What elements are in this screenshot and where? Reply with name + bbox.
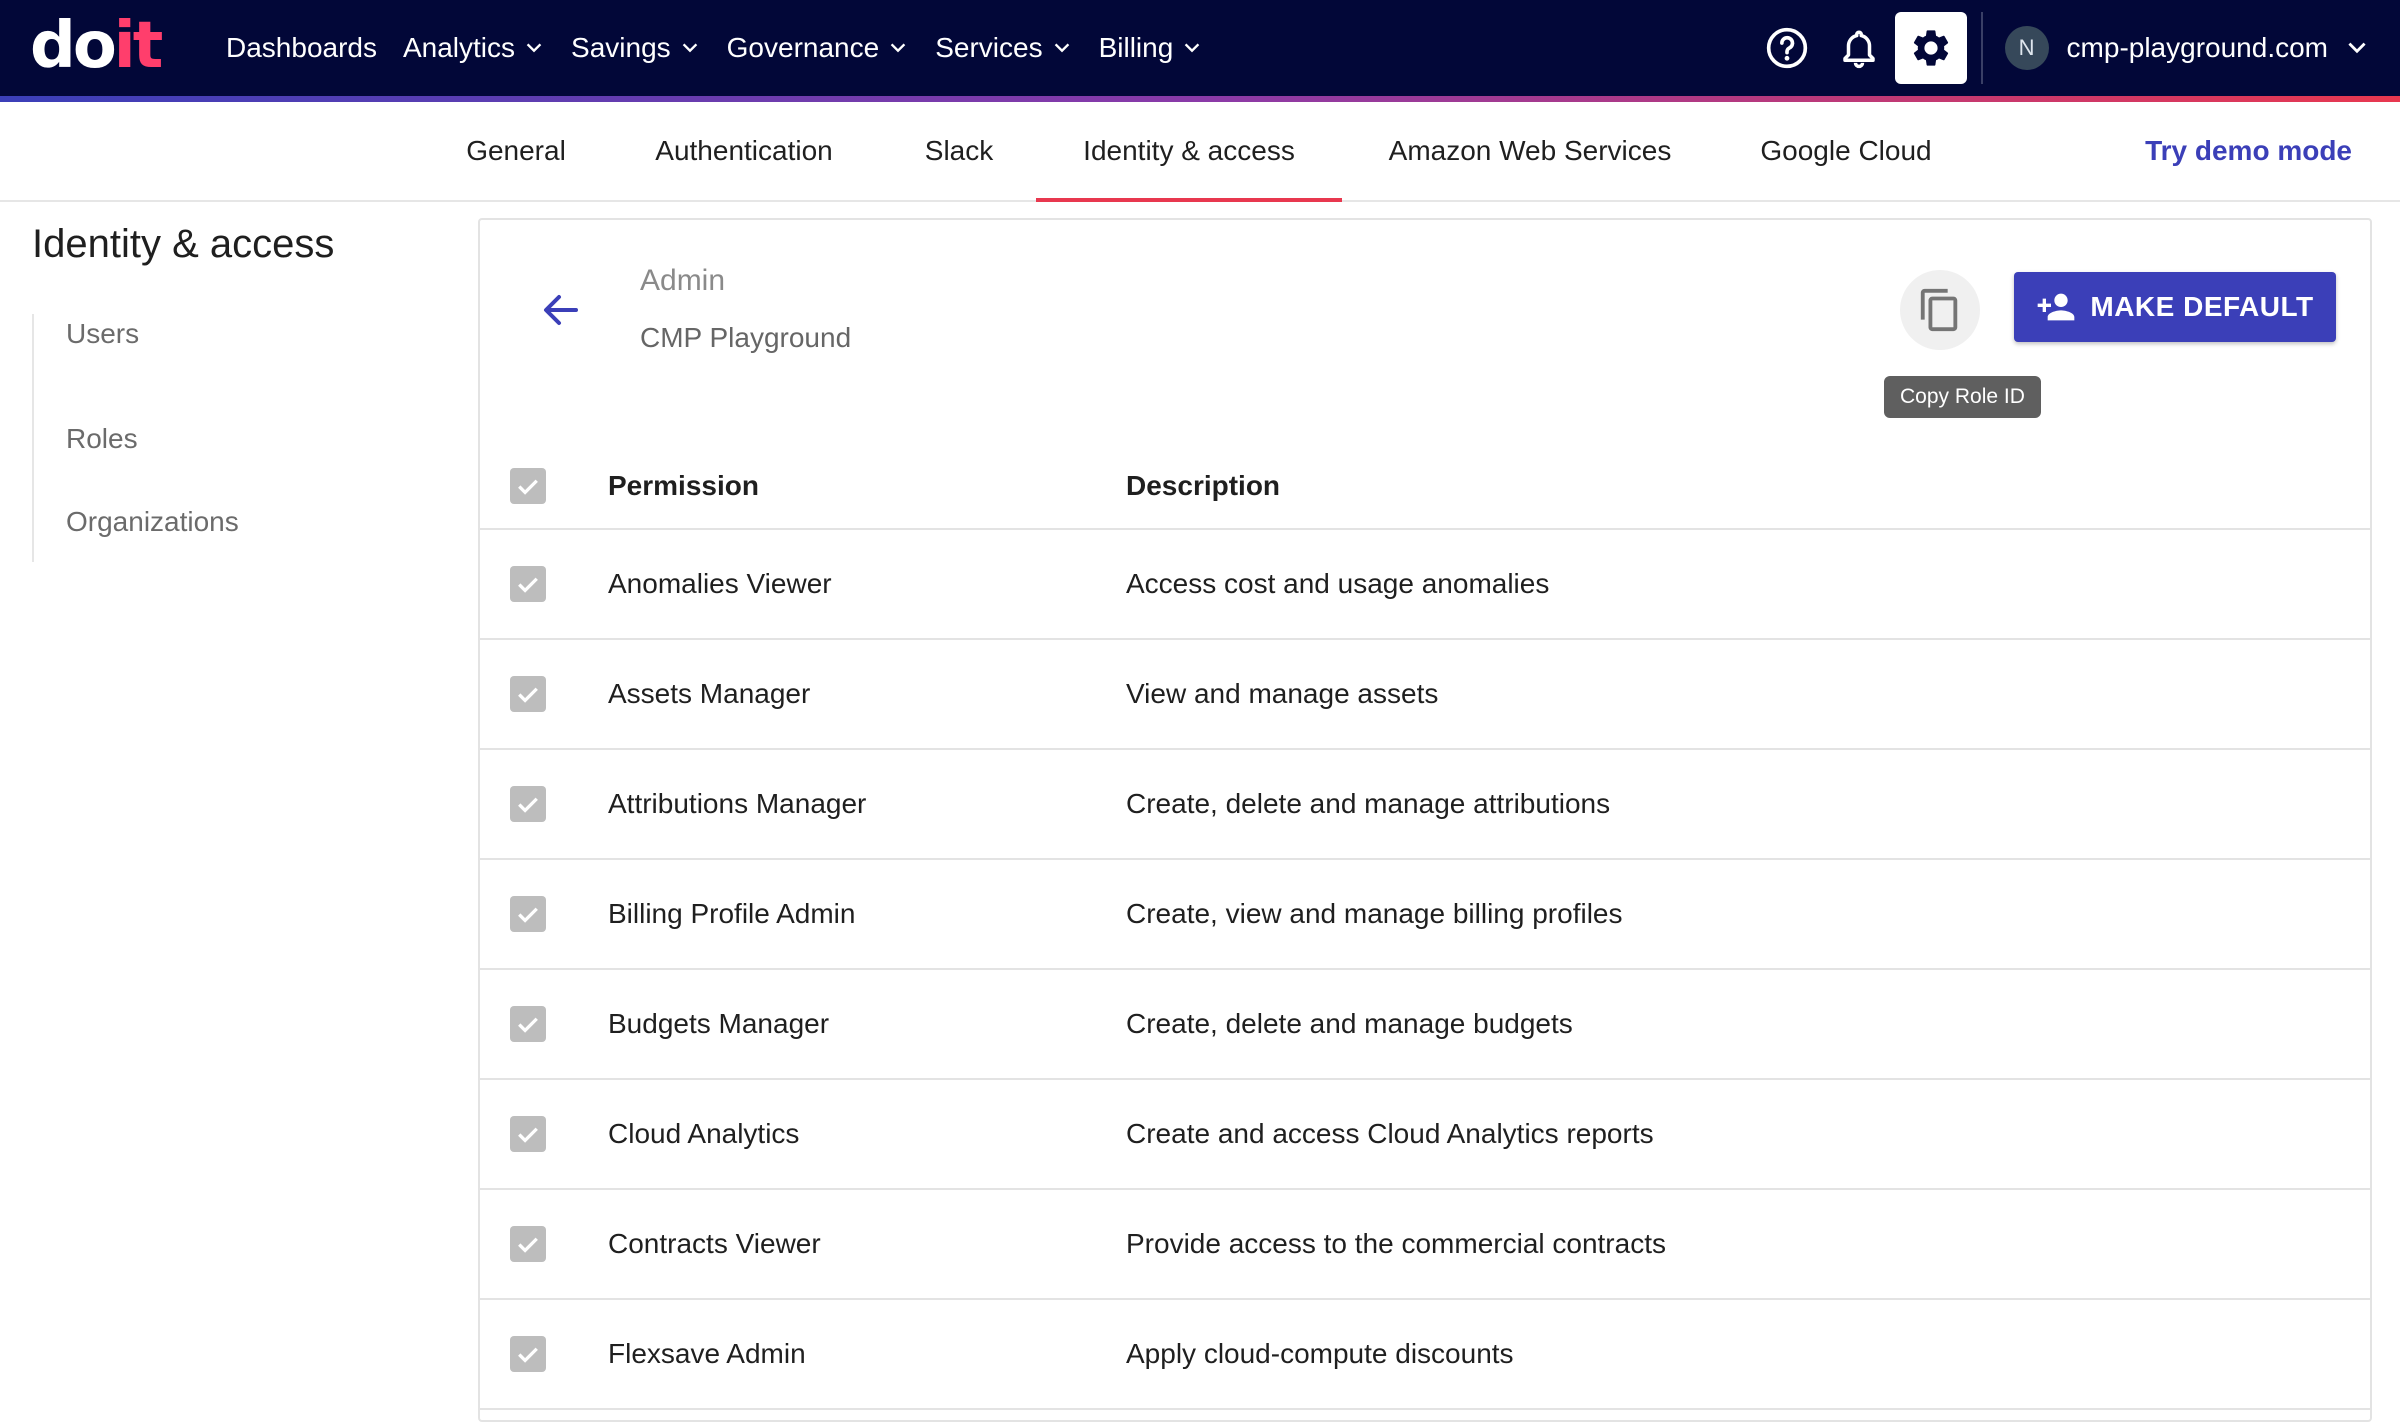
nav-services[interactable]: Services	[935, 18, 1072, 78]
permission-description: Create, delete and manage attributions	[1126, 788, 1611, 819]
copy-role-id-button[interactable]	[1900, 270, 1980, 350]
permission-name: Attributions Manager	[608, 788, 867, 819]
row-checkbox[interactable]	[510, 1336, 546, 1372]
permission-name: Budgets Manager	[608, 1008, 830, 1039]
chevron-down-icon	[1181, 37, 1203, 59]
row-checkbox[interactable]	[510, 566, 546, 602]
tab-amazon-web-services[interactable]: Amazon Web Services	[1370, 102, 1690, 200]
permission-name: Flexsave Admin	[608, 1338, 806, 1369]
permission-description: Create, delete and manage budgets	[1126, 1008, 1573, 1039]
row-checkbox[interactable]	[510, 786, 546, 822]
nav-savings[interactable]: Savings	[571, 18, 701, 78]
table-row[interactable]: Cloud Analytics Create and access Cloud …	[480, 1080, 2370, 1190]
back-button[interactable]	[536, 286, 584, 334]
permission-description: View and manage assets	[1126, 678, 1439, 709]
permission-description: Create and access Cloud Analytics report…	[1126, 1118, 1654, 1149]
copy-icon	[1917, 287, 1963, 333]
account-switcher[interactable]: N cmp-playground.com	[2004, 26, 2370, 70]
permission-description: Provide access to the commercial contrac…	[1126, 1228, 1666, 1259]
make-default-button[interactable]: MAKE DEFAULT	[2014, 272, 2336, 342]
table-row[interactable]: Anomalies Viewer Access cost and usage a…	[480, 530, 2370, 640]
tab-general[interactable]: General	[452, 102, 580, 200]
table-row[interactable]: Billing Profile Admin Create, view and m…	[480, 860, 2370, 970]
permission-description: Access cost and usage anomalies	[1126, 568, 1550, 599]
chevron-down-icon	[679, 37, 701, 59]
tab-slack[interactable]: Slack	[900, 102, 1018, 200]
account-name: cmp-playground.com	[2066, 32, 2328, 63]
toolbar-divider	[1980, 12, 1983, 84]
tab-google-cloud[interactable]: Google Cloud	[1738, 102, 1954, 200]
permission-name: Assets Manager	[608, 678, 811, 709]
sidebar-item-organizations[interactable]: Organizations	[34, 480, 239, 563]
tab-authentication[interactable]: Authentication	[624, 102, 864, 200]
row-checkbox[interactable]	[510, 1116, 546, 1152]
settings-button[interactable]	[1894, 12, 1967, 84]
table-row[interactable]: Attributions Manager Create, delete and …	[480, 750, 2370, 860]
permission-description: Apply cloud-compute discounts	[1126, 1338, 1514, 1369]
notifications-button[interactable]	[1823, 12, 1895, 84]
table-row[interactable]: Flexsave Admin Apply cloud-compute disco…	[480, 1300, 2370, 1410]
table-row[interactable]: Budgets Manager Create, delete and manag…	[480, 970, 2370, 1080]
permission-name: Billing Profile Admin	[608, 898, 856, 929]
permission-name: Cloud Analytics	[608, 1118, 800, 1149]
chevron-down-icon	[887, 37, 909, 59]
settings-tabs: General Authentication Slack Identity & …	[0, 102, 2400, 202]
sidebar-title: Identity & access	[32, 222, 335, 266]
help-icon	[1765, 26, 1809, 70]
chevron-down-icon	[2344, 35, 2370, 61]
table-row[interactable]: Assets Manager View and manage assets	[480, 640, 2370, 750]
doit-logo[interactable]: do it	[30, 14, 163, 78]
person-add-icon	[2036, 287, 2090, 327]
role-organization: CMP Playground	[640, 322, 852, 353]
top-navigation-bar: do it Dashboards Analytics Savings Govern…	[0, 0, 2400, 96]
nav-governance[interactable]: Governance	[727, 18, 910, 78]
main-nav: Dashboards Analytics Savings Governance …	[226, 0, 1229, 96]
table-row[interactable]: Contracts Viewer Provide access to the c…	[480, 1190, 2370, 1300]
gear-icon	[1909, 26, 1953, 70]
copy-role-id-tooltip: Copy Role ID	[1884, 376, 2041, 418]
bell-icon	[1838, 27, 1880, 69]
table-header: Permission Description	[480, 450, 2370, 530]
chevron-down-icon	[1051, 37, 1073, 59]
permission-name: Anomalies Viewer	[608, 568, 832, 599]
avatar: N	[2004, 26, 2049, 70]
column-header-permission[interactable]: Permission	[608, 470, 759, 502]
nav-billing[interactable]: Billing	[1099, 18, 1204, 78]
nav-dashboards[interactable]: Dashboards	[226, 18, 377, 78]
tab-identity-access[interactable]: Identity & access	[1036, 102, 1342, 202]
role-details-card: Admin CMP Playground Copy Role ID MAKE D…	[478, 218, 2372, 1422]
arrow-back-icon	[536, 286, 584, 334]
top-right-actions: N cmp-playground.com	[1751, 0, 2400, 96]
role-name: Admin	[640, 264, 726, 297]
row-checkbox[interactable]	[510, 1226, 546, 1262]
nav-analytics[interactable]: Analytics	[403, 18, 545, 78]
sidebar-nav: Users Roles Organizations	[32, 314, 239, 562]
permissions-table: Permission Description Anomalies Viewer …	[480, 450, 2370, 1410]
try-demo-mode-link[interactable]: Try demo mode	[2145, 102, 2352, 200]
select-all-checkbox[interactable]	[510, 468, 546, 504]
sidebar-item-roles[interactable]: Roles	[34, 397, 239, 480]
sidebar-item-users[interactable]: Users	[34, 314, 239, 397]
column-header-description[interactable]: Description	[1126, 470, 1280, 502]
help-button[interactable]	[1751, 12, 1823, 84]
row-checkbox[interactable]	[510, 896, 546, 932]
chevron-down-icon	[523, 37, 545, 59]
permission-name: Contracts Viewer	[608, 1228, 821, 1259]
row-checkbox[interactable]	[510, 1006, 546, 1042]
row-checkbox[interactable]	[510, 676, 546, 712]
permission-description: Create, view and manage billing profiles	[1126, 898, 1623, 929]
